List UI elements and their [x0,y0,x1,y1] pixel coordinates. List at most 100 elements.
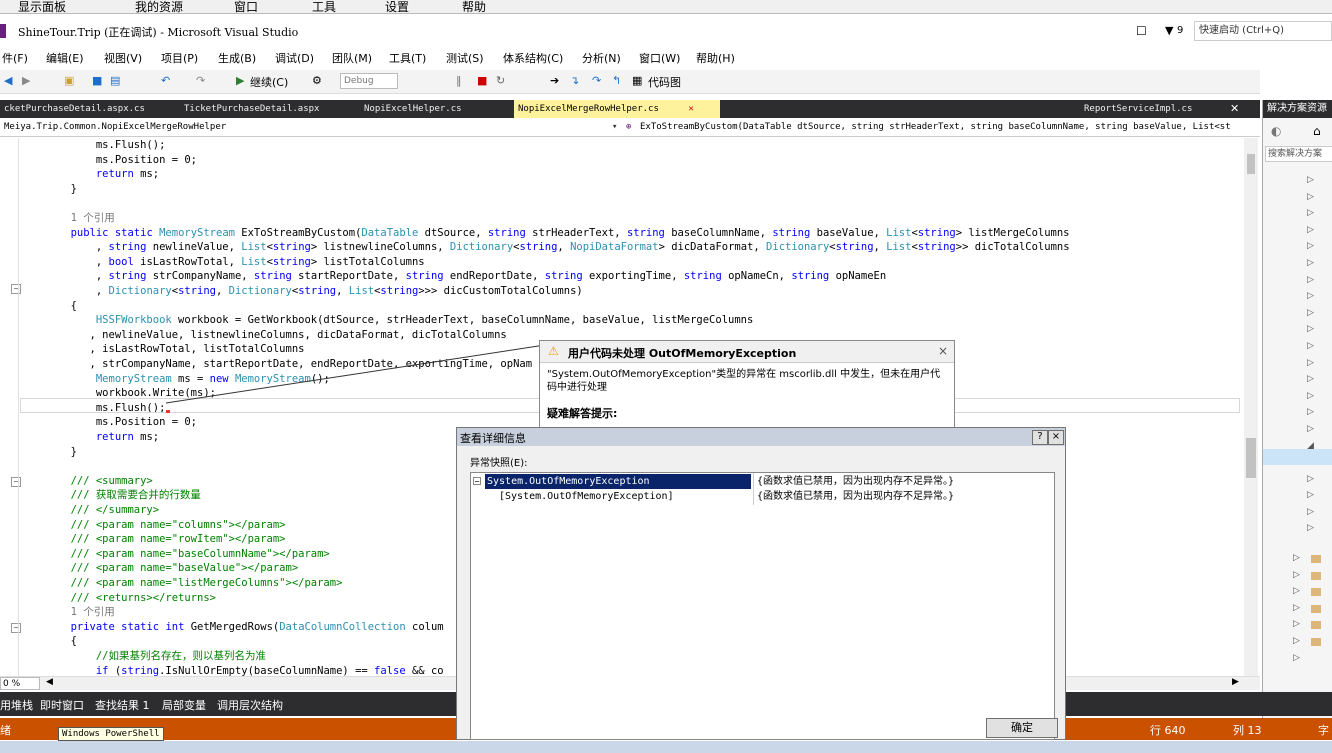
outer-item[interactable]: 窗口 [234,0,258,15]
exception-message: "System.OutOfMemoryException"类型的异常在 msco… [547,369,941,393]
scroll-right-icon[interactable]: ▶ [1232,677,1239,687]
code-map-icon[interactable]: ▦ [632,74,642,87]
class-dropdown[interactable]: Meiya.Trip.Common.NopiExcelMergeRowHelpe… [4,122,226,132]
menu-file[interactable]: 件(F) [2,50,28,66]
tab-call-stack[interactable]: 用堆栈 [0,697,33,713]
outer-item[interactable]: 我的资源 [135,0,183,15]
collapse-toggle[interactable]: − [473,477,481,486]
target-icon[interactable]: ⚙ [312,74,322,87]
char-indicator: 字 [1318,724,1329,737]
status-text: 绪 [0,724,11,737]
menu-edit[interactable]: 编辑(E) [46,50,84,66]
close-icon[interactable]: ✕ [1230,102,1239,115]
close-icon[interactable]: ✕ [688,104,693,114]
title-bar: ShineTour.Trip (正在调试) - Microsoft Visual… [0,18,1332,44]
tree-expanders[interactable]: ▷ ▷ ▷ ▷ ▷ ▷ ▷ ▷ ▷ ▷ ▷ ▷ ▷ ▷ ▷ ▷ ◢ ▷ ▷ ▷ ▷ [1307,172,1314,537]
standard-toolbar: ◀ ▶ ▣ ■ ▤ ↶ ↷ ▶ 继续(C) ⚙ Debug ‖ ■ ↻ ➔ ↴ … [0,70,1260,94]
open-file-icon[interactable]: ▣ [64,74,74,87]
tab-call-hierarchy[interactable]: 调用层次结构 [217,697,283,713]
menu-debug[interactable]: 调试(D) [275,50,314,66]
column-divider [753,473,754,505]
restart-icon[interactable]: ↻ [496,74,505,87]
continue-icon[interactable]: ▶ [236,74,244,87]
dialog-title: 查看详细信息 [460,432,526,445]
navigation-bar: Meiya.Trip.Common.NopiExcelMergeRowHelpe… [0,120,1260,137]
method-icon: ⊕ [626,122,632,132]
menu-window[interactable]: 窗口(W) [639,50,680,66]
feedback-icon[interactable]: ☐ [1136,24,1147,38]
exception-name-cell: [System.OutOfMemoryException] [499,491,674,502]
outer-toolbar: 显示面板 我的资源 窗口 工具 设置 帮助 [0,0,1332,14]
back-icon[interactable]: ◀ [4,74,12,87]
pause-icon[interactable]: ‖ [456,74,462,87]
taskbar-tooltip: Windows PowerShell [58,727,164,741]
scroll-left-icon[interactable]: ◀ [46,677,53,687]
tab-ticketpurchasedetail-cs[interactable]: cketPurchaseDetail.aspx.cs [0,100,149,118]
tab-label: NopiExcelMergeRowHelper.cs [518,104,659,114]
exception-helper: ⚠ 用户代码未处理 OutOfMemoryException × "System… [539,340,955,428]
save-all-icon[interactable]: ▤ [110,74,120,87]
table-row[interactable]: − System.OutOfMemoryException {函数求值已禁用，因… [471,474,1054,489]
outer-item[interactable]: 帮助 [462,0,486,15]
outer-item[interactable]: 显示面板 [18,0,66,15]
table-row[interactable]: [System.OutOfMemoryException] {函数求值已禁用，因… [471,489,1054,504]
folder-icons [1311,552,1321,652]
member-dropdown[interactable]: ExToStreamByCustom(DataTable dtSource, s… [640,122,1231,132]
solution-tree[interactable]: ▷ ▷ ▷ ▷ ▷ ▷ ▷ ▷ ▷ ▷ ▷ ▷ ▷ ▷ ▷ ▷ ◢ ▷ ▷ ▷ ▷ ▷ ▷ ▷ ▷ ▷ ▷ ▷ [1263,166,1332,663]
outer-item[interactable]: 设置 [385,0,409,15]
menu-help[interactable]: 帮助(H) [696,50,735,66]
menu-test[interactable]: 测试(S) [446,50,484,66]
view-detail-dialog: 查看详细信息 ? × 异常快照(E): − System.OutOfMemory… [456,427,1066,740]
solution-search-input[interactable]: 搜索解决方案 [1265,146,1332,162]
exception-snapshot-grid[interactable]: − System.OutOfMemoryException {函数求值已禁用，因… [470,472,1055,740]
document-tab-strip: cketPurchaseDetail.aspx.cs TicketPurchas… [0,100,1260,118]
zoom-select[interactable]: 0 % [0,677,40,690]
config-select[interactable]: Debug [340,73,398,89]
exception-name-cell: System.OutOfMemoryException [485,474,751,489]
os-taskbar[interactable] [0,741,1332,753]
step-into-icon[interactable]: ↴ [570,74,579,87]
menu-bar: 件(F) 编辑(E) 视图(V) 项目(P) 生成(B) 调试(D) 团队(M)… [0,46,1332,68]
menu-team[interactable]: 团队(M) [332,50,372,66]
menu-architecture[interactable]: 体系结构(C) [503,50,563,66]
tree-folder-expanders[interactable]: ▷ ▷ ▷ ▷ ▷ ▷ ▷ [1293,550,1300,666]
continue-button[interactable]: 继续(C) [250,74,288,90]
scrollbar-thumb[interactable] [1247,154,1255,174]
tree-selected-row[interactable] [1263,449,1332,465]
stop-icon[interactable]: ■ [477,74,487,87]
undo-icon[interactable]: ↶ [161,74,170,87]
menu-view[interactable]: 视图(V) [104,50,142,66]
tab-nopiexcelmergerowhelper[interactable]: NopiExcelMergeRowHelper.cs ✕ [514,100,720,118]
save-icon[interactable]: ■ [92,74,102,87]
editor-vertical-scrollbar[interactable] [1244,138,1258,676]
ok-button[interactable]: 确定 [986,718,1058,738]
back-icon[interactable]: ◐ [1271,124,1281,138]
tab-find-results[interactable]: 查找结果 1 [95,697,150,713]
close-icon[interactable]: × [938,344,948,358]
forward-icon[interactable]: ▶ [22,74,30,87]
code-map-button[interactable]: 代码图 [648,74,681,90]
show-next-statement-icon[interactable]: ➔ [550,74,559,87]
step-over-icon[interactable]: ↷ [592,74,601,87]
home-icon[interactable]: ⌂ [1313,124,1321,138]
notification-count: 9 [1177,25,1184,36]
quick-launch-input[interactable]: 快速启动 (Ctrl+Q) [1194,21,1332,41]
tab-reportserviceimpl[interactable]: ReportServiceImpl.cs [1080,100,1196,118]
help-button[interactable]: ? [1032,430,1048,445]
notification-flag-icon[interactable]: ▼ [1165,24,1173,37]
warning-icon: ⚠ [548,344,559,358]
tab-ticketpurchasedetail-aspx[interactable]: TicketPurchaseDetail.aspx [180,100,323,118]
menu-build[interactable]: 生成(B) [218,50,256,66]
redo-icon[interactable]: ↷ [196,74,205,87]
tab-locals[interactable]: 局部变量 [162,697,206,713]
step-out-icon[interactable]: ↰ [612,74,621,87]
outer-item[interactable]: 工具 [312,0,336,15]
menu-analyze[interactable]: 分析(N) [582,50,621,66]
scrollbar-thumb[interactable] [1246,438,1256,478]
menu-tools[interactable]: 工具(T) [389,50,426,66]
menu-project[interactable]: 项目(P) [161,50,198,66]
close-button[interactable]: × [1048,430,1064,445]
tab-nopiexcelhelper[interactable]: NopiExcelHelper.cs [360,100,466,118]
chevron-down-icon[interactable]: ▾ [612,122,624,132]
tab-immediate-window[interactable]: 即时窗口 [40,697,84,713]
